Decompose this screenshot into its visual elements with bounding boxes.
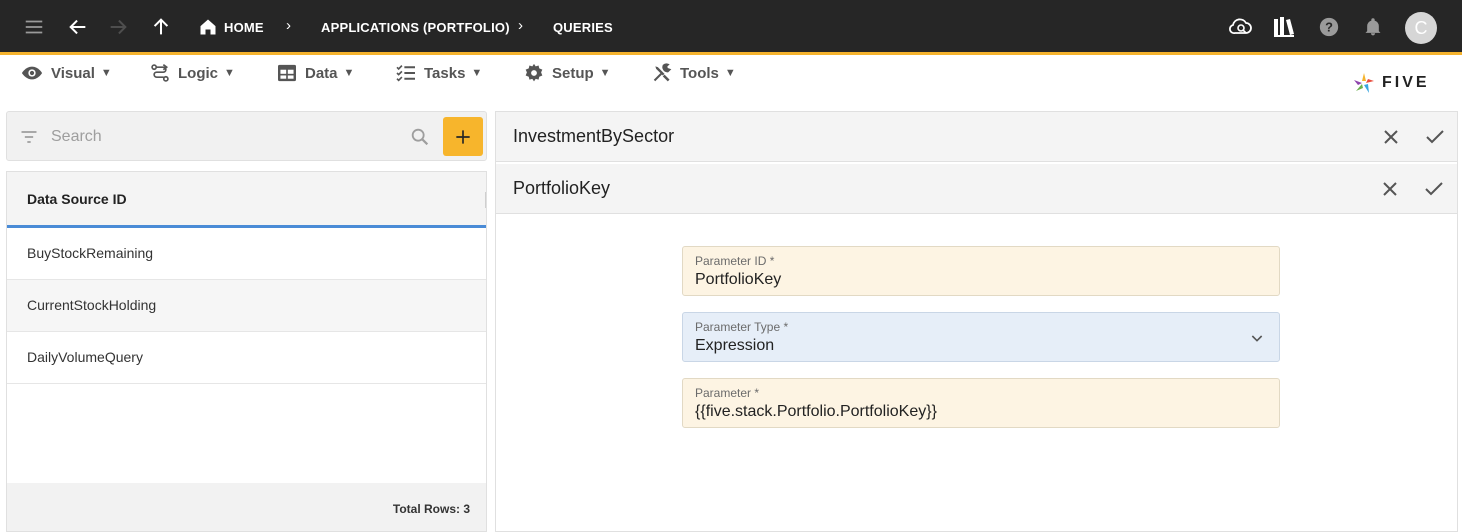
parameter-label: Parameter * [695, 386, 760, 400]
record-title: InvestmentBySector [513, 126, 675, 146]
parameter-value: {{five.stack.Portfolio.PortfolioKey}} [695, 403, 937, 420]
menu-tools[interactable]: Tools ▼ [652, 63, 736, 83]
breadcrumb-home[interactable]: HOME [224, 20, 264, 35]
close-icon[interactable] [1378, 177, 1402, 201]
chevron-down-icon [1251, 335, 1263, 342]
sub-record-header: PortfolioKey [496, 164, 1457, 214]
parameter-field[interactable]: Parameter * {{five.stack.Portfolio.Portf… [682, 378, 1280, 428]
menu-logic[interactable]: Logic ▼ [150, 63, 235, 83]
menu-data[interactable]: Data ▼ [277, 63, 354, 83]
filter-icon[interactable] [19, 127, 39, 147]
gear-icon [525, 63, 543, 82]
add-button[interactable] [443, 117, 483, 156]
breadcrumb-applications[interactable]: APPLICATIONS (PORTFOLIO) [321, 20, 510, 35]
menu-bar: Visual ▼ Logic ▼ Data ▼ Tasks ▼ Setup ▼ … [0, 55, 1462, 95]
check-icon[interactable] [1422, 177, 1446, 201]
chevron-right-icon: › [286, 17, 291, 34]
right-panel: InvestmentBySector PortfolioKey Paramete… [495, 111, 1458, 532]
search-bar [6, 111, 487, 161]
menu-setup[interactable]: Setup ▼ [524, 63, 611, 83]
up-arrow-icon[interactable] [148, 14, 174, 40]
avatar[interactable]: C [1405, 12, 1437, 44]
menu-tools-label: Tools [680, 64, 719, 82]
logic-icon [151, 64, 169, 82]
table-header[interactable]: Data Source ID [7, 172, 486, 228]
table-row[interactable]: DailyVolumeQuery [7, 332, 486, 384]
menu-visual[interactable]: Visual ▼ [21, 63, 112, 83]
search-icon[interactable] [409, 126, 431, 148]
bell-icon[interactable] [1360, 14, 1386, 40]
table-cell: DailyVolumeQuery [27, 349, 143, 365]
library-icon[interactable] [1271, 14, 1297, 40]
record-header: InvestmentBySector [496, 112, 1457, 162]
check-icon[interactable] [1423, 125, 1447, 149]
parameter-id-label: Parameter ID * [695, 254, 775, 268]
table-cell: BuyStockRemaining [27, 245, 154, 261]
sub-record-title: PortfolioKey [513, 178, 611, 198]
left-panel: Data Source ID BuyStockRemaining Current… [6, 111, 487, 532]
five-logo-icon [1354, 73, 1374, 93]
menu-icon[interactable] [21, 14, 47, 40]
caret-down-icon: ▼ [599, 67, 611, 79]
tools-icon [653, 63, 672, 82]
chevron-right-icon: › [518, 17, 523, 34]
logo-text: FIVE [1382, 74, 1430, 91]
table-row[interactable]: BuyStockRemaining [7, 228, 486, 280]
menu-data-label: Data [305, 64, 338, 82]
menu-tasks[interactable]: Tasks ▼ [396, 63, 482, 83]
parameter-type-value: Expression [695, 337, 775, 354]
help-icon[interactable]: ? [1316, 14, 1342, 40]
close-icon[interactable] [1379, 125, 1403, 149]
search-input[interactable] [51, 125, 401, 149]
cloud-search-icon[interactable] [1228, 14, 1254, 40]
column-header-data-source-id: Data Source ID [27, 191, 127, 207]
parameter-id-value: PortfolioKey [695, 271, 782, 288]
parameter-type-select[interactable]: Parameter Type * Expression [682, 312, 1280, 362]
menu-setup-label: Setup [552, 64, 594, 82]
back-arrow-icon[interactable] [65, 14, 91, 40]
plus-icon [456, 129, 470, 144]
forward-arrow-icon[interactable] [105, 14, 131, 40]
eye-icon [21, 66, 43, 80]
parameter-type-label: Parameter Type * [695, 320, 789, 334]
caret-down-icon: ▼ [100, 67, 112, 79]
menu-logic-label: Logic [178, 64, 218, 82]
svg-text:?: ? [1325, 20, 1333, 35]
parameter-id-field[interactable]: Parameter ID * PortfolioKey [682, 246, 1280, 296]
caret-down-icon: ▼ [724, 67, 736, 79]
total-rows: Total Rows: 3 [392, 502, 470, 516]
caret-down-icon: ▼ [343, 67, 355, 79]
top-bar: HOME › APPLICATIONS (PORTFOLIO) › QUERIE… [0, 0, 1462, 55]
data-source-table: Data Source ID BuyStockRemaining Current… [6, 171, 487, 532]
menu-visual-label: Visual [51, 64, 95, 82]
table-icon [278, 64, 296, 82]
five-logo: FIVE [1352, 71, 1430, 95]
column-resize-handle[interactable] [485, 192, 486, 208]
menu-tasks-label: Tasks [424, 64, 466, 82]
caret-down-icon: ▼ [471, 67, 483, 79]
table-cell: CurrentStockHolding [27, 297, 157, 313]
tasks-icon [396, 65, 415, 82]
table-row[interactable]: CurrentStockHolding [7, 280, 486, 332]
home-icon[interactable] [195, 14, 221, 40]
caret-down-icon: ▼ [224, 67, 235, 79]
table-footer: Total Rows: 3 [7, 483, 486, 531]
breadcrumb-queries[interactable]: QUERIES [553, 20, 613, 35]
